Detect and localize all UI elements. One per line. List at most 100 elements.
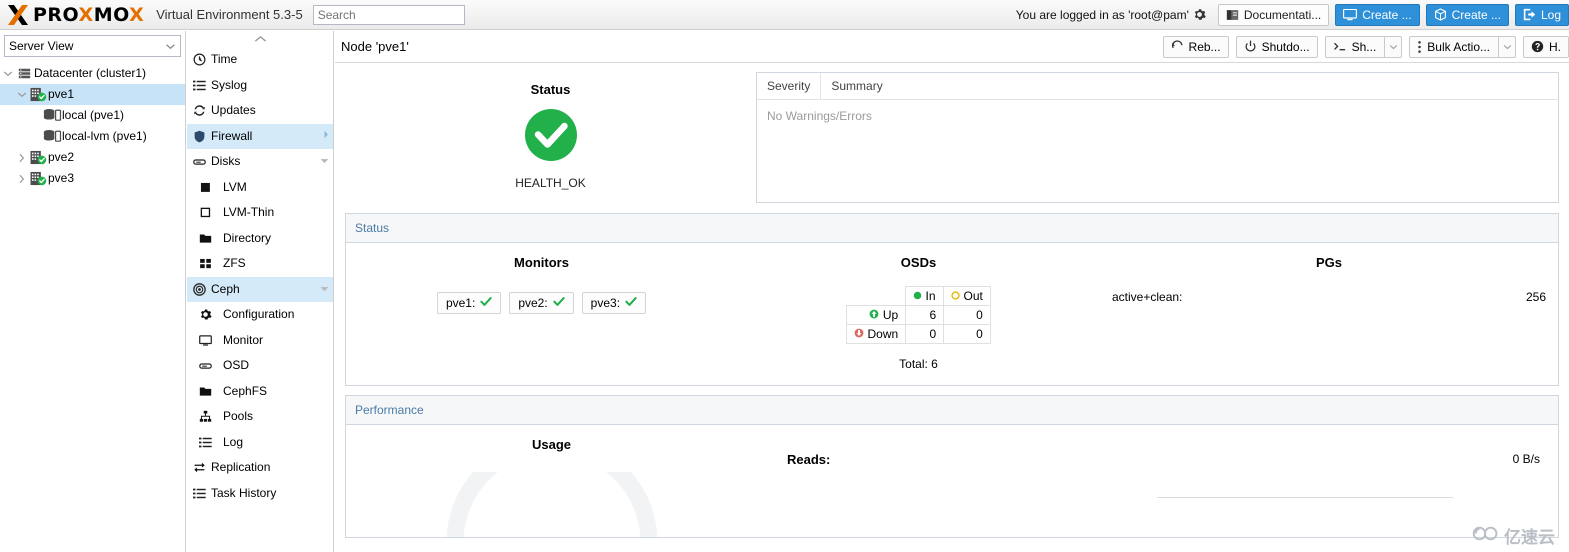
- nav-item-syslog[interactable]: Syslog: [187, 73, 333, 99]
- monitor-icon: [1343, 8, 1358, 21]
- shield-icon: [187, 130, 211, 143]
- pg-state-label: active+clean:: [1112, 290, 1183, 304]
- monitor-name: pve3:: [590, 296, 621, 310]
- tree-item-local-lvm-pve1[interactable]: local-lvm (pve1): [0, 126, 185, 147]
- node-toolbar: Node 'pve1' Reb... Shutdo... Sh... Bulk Act…: [335, 31, 1569, 63]
- warnings-table: Severity Summary No Warnings/Errors: [756, 72, 1559, 203]
- nav-item-configuration[interactable]: Configuration: [187, 302, 333, 328]
- nav-item-disks[interactable]: Disks: [187, 149, 333, 175]
- nav-item-directory[interactable]: Directory: [187, 226, 333, 252]
- osds-column: OSDs In Out Up 6 0 Down 0 0 Total: 6: [737, 255, 1100, 385]
- watermark-text: 亿速云: [1504, 528, 1555, 548]
- nav-item-label: Syslog: [211, 77, 248, 92]
- nav-item-monitor[interactable]: Monitor: [187, 328, 333, 354]
- status-card-header: Status: [346, 214, 1558, 243]
- nav-item-task-history[interactable]: Task History: [187, 481, 333, 507]
- nav-item-replication[interactable]: Replication: [187, 455, 333, 481]
- osds-heading: OSDs: [900, 255, 937, 270]
- toolbar-button-bulk-actio[interactable]: Bulk Actio...: [1409, 35, 1516, 58]
- health-row: Status HEALTH_OK Severity Summary No War…: [345, 72, 1559, 204]
- tree-item-pve1[interactable]: pve1: [0, 84, 185, 105]
- logged-in-user: You are logged in as 'root@pam': [1015, 7, 1189, 22]
- menu-scroll-up-button[interactable]: [187, 31, 333, 47]
- toolbar-button-label: Sh...: [1351, 39, 1377, 54]
- tree-item-label: local (pve1): [62, 108, 125, 122]
- disk-icon: [187, 155, 211, 168]
- monitor-name: pve2:: [518, 296, 548, 310]
- reads-row: Reads: 0 B/s: [787, 452, 1558, 467]
- cube-icon: [1434, 8, 1447, 21]
- proxmox-wordmark: PROXMOX: [33, 5, 144, 25]
- column-severity[interactable]: Severity: [757, 73, 820, 99]
- scroll-area: Status HEALTH_OK Severity Summary No War…: [335, 63, 1569, 552]
- tree-twisty[interactable]: [14, 174, 29, 184]
- toolbar-button-reb[interactable]: Reb...: [1162, 35, 1229, 58]
- tree-item-pve2[interactable]: pve2: [0, 147, 185, 168]
- toolbar-button-label: H.: [1549, 39, 1561, 54]
- nav-item-updates[interactable]: Updates: [187, 98, 333, 124]
- osds-row-up: Up 6 0: [846, 305, 991, 325]
- nav-item-osd[interactable]: OSD: [187, 353, 333, 379]
- documentation-button[interactable]: Documentati...: [1217, 3, 1330, 26]
- nav-item-label: Configuration: [223, 307, 295, 322]
- chevron-down-icon[interactable]: [1384, 36, 1401, 57]
- pgs-column: PGs active+clean: 256: [1100, 255, 1558, 385]
- create-vm-button-label: Create ...: [1362, 7, 1412, 22]
- performance-card-title: Performance: [355, 403, 424, 417]
- monitors-list: pve1: pve2: pve3:: [436, 292, 647, 314]
- check-icon: [625, 296, 637, 310]
- nav-item-label: Time: [211, 52, 238, 67]
- folder-icon: [187, 232, 223, 245]
- chevron-down-icon[interactable]: [1498, 36, 1515, 57]
- monitors-heading: Monitors: [514, 255, 569, 270]
- arrow-down-icon: [854, 327, 864, 341]
- nav-item-ceph[interactable]: Ceph: [187, 276, 333, 302]
- square-filled-icon: [187, 181, 223, 194]
- nav-item-lvm-thin[interactable]: LVM-Thin: [187, 200, 333, 226]
- nav-item-zfs[interactable]: ZFS: [187, 251, 333, 277]
- toolbar-button-label: Shutdo...: [1261, 39, 1310, 54]
- tree-item-local-pve1[interactable]: local (pve1): [0, 105, 185, 126]
- nav-item-lvm[interactable]: LVM: [187, 175, 333, 201]
- tree-twisty[interactable]: [14, 91, 29, 98]
- header-actions: You are logged in as 'root@pam' Document…: [1016, 0, 1569, 30]
- health-ok-icon: [523, 107, 579, 166]
- nav-item-time[interactable]: Time: [187, 47, 333, 73]
- tree-item-label: pve3: [48, 171, 75, 185]
- toolbar-button-h[interactable]: H.: [1523, 35, 1569, 58]
- osds-col-in: In: [905, 286, 945, 306]
- toolbar-button-sh[interactable]: Sh...: [1324, 35, 1403, 58]
- brand-part-1: PRO: [33, 3, 79, 26]
- proxmox-logo[interactable]: PROXMOX: [0, 0, 152, 30]
- tree-item-datacenter-cluster1[interactable]: Datacenter (cluster1): [0, 63, 185, 84]
- ceph-health-box: Status HEALTH_OK: [345, 72, 756, 204]
- osds-total: Total: 6: [899, 357, 938, 371]
- node-menu-panel: Time Syslog Updates Firewall Disks LVM LVM-Thi…: [187, 31, 334, 552]
- column-summary[interactable]: Summary: [820, 73, 892, 99]
- tree-twisty[interactable]: [0, 70, 15, 77]
- nav-item-firewall[interactable]: Firewall: [187, 123, 333, 149]
- node-action-buttons: Reb... Shutdo... Sh... Bulk Actio... H.: [1156, 35, 1569, 58]
- nav-item-pools[interactable]: Pools: [187, 404, 333, 430]
- monitor-entry: pve3:: [581, 292, 647, 314]
- status-card-body: Monitors pve1: pve2: pve3: OSDs In Out U…: [346, 243, 1558, 385]
- list-icon: [187, 79, 211, 92]
- toolbar-button-shutdo[interactable]: Shutdo...: [1235, 35, 1318, 58]
- search-input[interactable]: [312, 4, 465, 25]
- square-outline-icon: [187, 206, 223, 219]
- nav-item-label: Updates: [211, 103, 256, 118]
- nav-item-label: Replication: [211, 460, 271, 475]
- watermark-logo-icon: [1472, 525, 1500, 547]
- nav-item-cephfs[interactable]: CephFS: [187, 379, 333, 405]
- logout-button[interactable]: Log: [1514, 3, 1569, 26]
- pg-state-value: 256: [1525, 290, 1546, 304]
- tree-item-pve3[interactable]: pve3: [0, 168, 185, 189]
- create-ct-button[interactable]: Create ...: [1425, 3, 1509, 26]
- usage-column: Usage: [346, 436, 757, 537]
- nav-item-log[interactable]: Log: [187, 430, 333, 456]
- performance-card-body: Usage Reads: 0 B/s: [346, 425, 1558, 537]
- view-selector[interactable]: Server View: [4, 35, 181, 57]
- gear-icon[interactable]: [1193, 8, 1206, 21]
- tree-twisty[interactable]: [14, 153, 29, 163]
- create-vm-button[interactable]: Create ...: [1335, 3, 1420, 26]
